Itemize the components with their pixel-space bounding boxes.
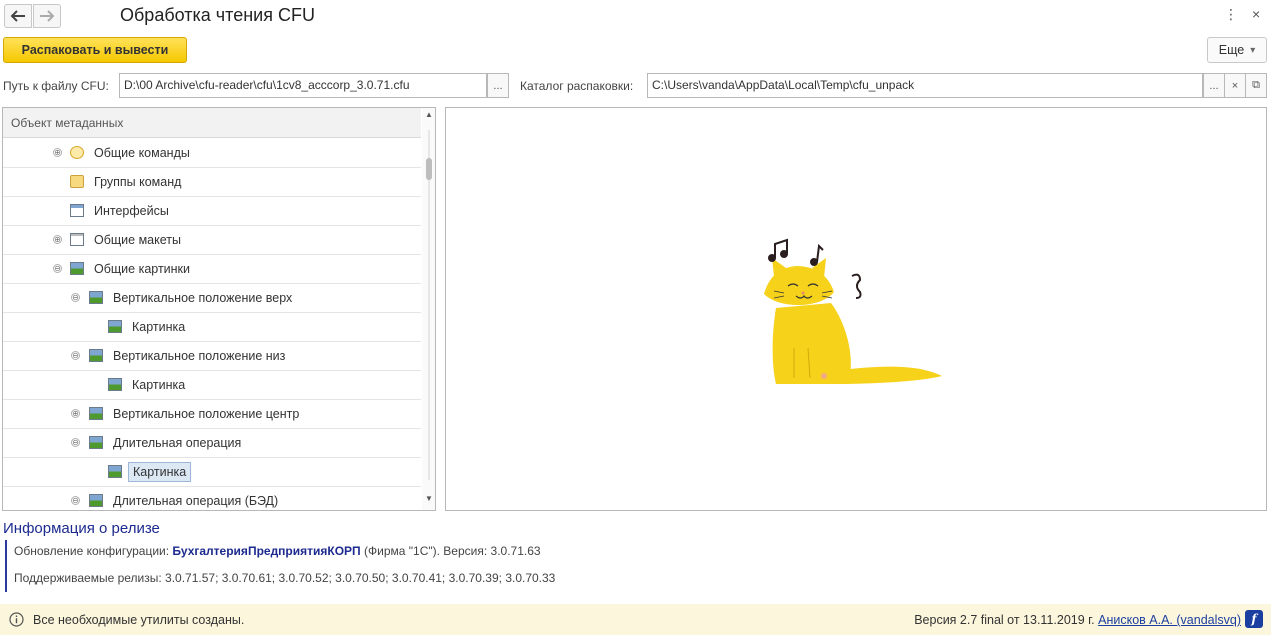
window-close-button[interactable]: ×: [1252, 6, 1260, 22]
tree-item-label: Вертикальное положение низ: [113, 349, 286, 363]
cfu-path-label: Путь к файлу CFU:: [3, 79, 109, 93]
release-info-title: Информация о релизе: [3, 520, 160, 537]
tree-item-label: Интерфейсы: [94, 204, 169, 218]
more-label: Еще: [1218, 43, 1245, 57]
about-button[interactable]: f: [1245, 610, 1263, 628]
folder-icon: [70, 175, 84, 188]
tree-row[interactable]: ⊕ Общие макеты: [3, 226, 421, 255]
collapse-icon[interactable]: ⊖: [71, 293, 80, 302]
tree-row[interactable]: Картинка: [3, 313, 421, 342]
picture-icon: [89, 349, 103, 362]
tree-scrollbar[interactable]: ▲ ▼: [422, 108, 435, 510]
expand-icon[interactable]: ⊕: [53, 148, 62, 157]
unpack-dir-label: Каталог распаковки:: [520, 79, 634, 93]
collapse-icon[interactable]: ⊖: [71, 438, 80, 447]
tree-item-label: Общие макеты: [94, 233, 181, 247]
picture-icon: [89, 291, 103, 304]
unpack-dir-browse-button[interactable]: ...: [1203, 73, 1225, 98]
more-button[interactable]: Еще ▾: [1207, 37, 1267, 63]
tree-item-label: Вертикальное положение верх: [113, 291, 293, 305]
status-bar: Все необходимые утилиты созданы. Версия …: [0, 604, 1271, 635]
tree-row[interactable]: ⊖ Общие картинки: [3, 255, 421, 284]
scroll-track[interactable]: [428, 130, 430, 480]
cfu-path-browse-button[interactable]: ...: [487, 73, 509, 98]
tree-item-label: Картинка: [128, 462, 192, 482]
tree-row[interactable]: ⊖ Вертикальное положение низ: [3, 342, 421, 371]
tree-item-label: Вертикальное положение центр: [113, 407, 300, 421]
config-update-line: Обновление конфигурации: БухгалтерияПред…: [14, 544, 541, 558]
tree-row[interactable]: ⊖ Вертикальное положение верх: [3, 284, 421, 313]
tree-row[interactable]: ⊖ Длительная операция: [3, 429, 421, 458]
tree-item-label: Группы команд: [94, 175, 182, 189]
chevron-down-icon: ▾: [1250, 44, 1256, 56]
tree-column-header[interactable]: Объект метаданных: [3, 108, 421, 138]
tree-row[interactable]: Картинка: [3, 371, 421, 400]
metadata-tree[interactable]: Объект метаданных ⊕ Общие команды Группы…: [2, 107, 436, 511]
window-menu-button[interactable]: ⋮: [1224, 6, 1238, 23]
picture-preview-panel: [445, 107, 1267, 511]
picture-icon: [89, 436, 103, 449]
arrow-left-icon: [10, 10, 25, 22]
picture-icon: [108, 465, 122, 478]
tree-item-label: Картинка: [132, 320, 186, 334]
tree-item-label: Картинка: [132, 378, 186, 392]
tree-row[interactable]: ⊕ Вертикальное положение центр: [3, 400, 421, 429]
unpack-and-show-button[interactable]: Распаковать и вывести: [3, 37, 187, 63]
collapse-icon[interactable]: ⊖: [71, 496, 80, 505]
singing-yellow-cat-icon: [764, 238, 942, 384]
expand-icon[interactable]: ⊕: [53, 235, 62, 244]
back-button[interactable]: [4, 4, 32, 28]
tree-row-selected[interactable]: Картинка: [3, 458, 421, 487]
tree-item-label: Длительная операция (БЭД): [113, 494, 279, 508]
version-info: Версия 2.7 final от 13.11.2019 г. Аниско…: [914, 613, 1241, 627]
tree-row[interactable]: Группы команд: [3, 168, 421, 197]
picture-icon: [70, 262, 84, 275]
picture-icon: [89, 407, 103, 420]
tree-row[interactable]: ⊖ Длительная операция (БЭД): [3, 487, 421, 510]
release-info-box: Обновление конфигурации: БухгалтерияПред…: [5, 540, 705, 592]
cfu-path-input[interactable]: D:\00 Archive\cfu-reader\cfu\1cv8_acccor…: [119, 73, 487, 98]
supported-releases-line: Поддерживаемые релизы: 3.0.71.57; 3.0.70…: [14, 571, 556, 585]
forward-button[interactable]: [33, 4, 61, 28]
scroll-thumb[interactable]: [426, 158, 432, 180]
tree-item-label: Общие картинки: [94, 262, 191, 276]
command-icon: [70, 146, 84, 159]
tree-row[interactable]: Интерфейсы: [3, 197, 421, 226]
scroll-down-icon[interactable]: ▼: [425, 494, 433, 503]
config-update-suffix: (Фирма "1С"). Версия: 3.0.71.63: [360, 544, 541, 558]
version-text: Версия 2.7 final от 13.11.2019 г.: [914, 613, 1099, 627]
collapse-icon[interactable]: ⊖: [53, 264, 62, 273]
expand-icon[interactable]: ⊕: [71, 409, 80, 418]
tree-item-label: Длительная операция: [113, 436, 242, 450]
config-update-prefix: Обновление конфигурации:: [14, 544, 173, 558]
arrow-right-icon: [40, 10, 55, 22]
picture-icon: [89, 494, 103, 507]
tree-row[interactable]: ⊕ Общие команды: [3, 139, 421, 168]
picture-icon: [108, 378, 122, 391]
collapse-icon[interactable]: ⊖: [71, 351, 80, 360]
tree-item-label: Общие команды: [94, 146, 190, 160]
layout-icon: [70, 233, 84, 246]
scroll-up-icon[interactable]: ▲: [425, 110, 433, 119]
author-link[interactable]: Анисков А.А. (vandalsvq): [1098, 613, 1241, 627]
picture-icon: [108, 320, 122, 333]
info-icon: [9, 612, 24, 627]
unpack-dir-clear-button[interactable]: ×: [1224, 73, 1246, 98]
interface-icon: [70, 204, 84, 217]
config-name: БухгалтерияПредприятияКОРП: [172, 544, 361, 558]
window-title: Обработка чтения CFU: [120, 5, 315, 25]
unpack-dir-input[interactable]: C:\Users\vanda\AppData\Local\Temp\cfu_un…: [647, 73, 1203, 98]
status-message: Все необходимые утилиты созданы.: [33, 613, 245, 627]
unpack-dir-open-button[interactable]: ⧉: [1245, 73, 1267, 98]
